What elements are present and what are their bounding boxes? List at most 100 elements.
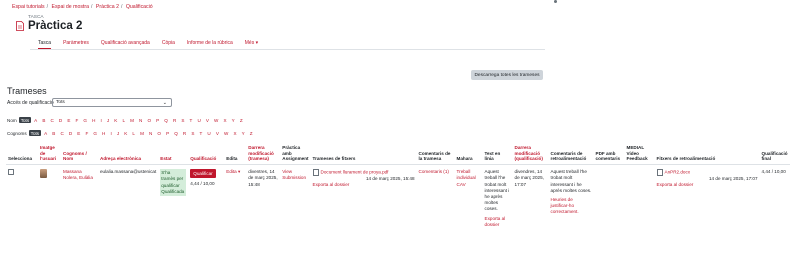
initials-all-button[interactable]: Tots <box>28 130 42 136</box>
initial-letter-link[interactable]: Y <box>232 118 235 123</box>
initial-letter-link[interactable]: A <box>34 118 37 123</box>
lastname-initials-filter: Cognoms Tots ABC DEFGHI JKLMNOPQRS TU VWX YZ <box>7 130 258 136</box>
initial-letter-link[interactable]: R <box>183 131 186 136</box>
initial-letter-link[interactable]: Q <box>164 118 168 123</box>
breadcrumb-item[interactable]: Qualificació <box>126 4 153 10</box>
initial-letter-link[interactable]: Y <box>242 131 245 136</box>
initial-letter-link[interactable]: J <box>107 118 109 123</box>
tab-more[interactable]: Més ▾ <box>245 40 258 49</box>
initial-letter-link[interactable]: D <box>69 131 72 136</box>
assignment-icon <box>16 21 24 31</box>
initial-letter-link[interactable]: P <box>156 118 159 123</box>
column-header[interactable]: Imatge de l'usuari <box>38 145 61 166</box>
initial-letter-link[interactable]: F <box>85 131 88 136</box>
column-header[interactable]: Darrera modificació (qualificació) <box>512 145 549 166</box>
initial-letter-link[interactable]: W <box>214 118 218 123</box>
initial-letter-link[interactable]: C <box>50 118 53 123</box>
initial-letter-link[interactable]: Z <box>250 131 253 136</box>
initial-letter-link[interactable]: S <box>181 118 184 123</box>
mahara-link[interactable]: Treball individual CAV <box>457 169 476 186</box>
docx-file-icon <box>656 169 663 177</box>
edit-menu[interactable]: Edita ▾ <box>226 169 240 174</box>
initial-letter-link[interactable]: J <box>117 131 119 136</box>
initial-letter-link[interactable]: G <box>83 118 87 123</box>
initial-letter-link[interactable]: U <box>197 118 200 123</box>
view-submission-link[interactable]: View Submission <box>282 169 306 180</box>
initial-letter-link[interactable]: U <box>207 131 210 136</box>
initial-letter-link[interactable]: M <box>130 118 134 123</box>
filter-select[interactable]: Tots ⌄ <box>52 98 172 107</box>
initial-letter-link[interactable]: Q <box>174 131 178 136</box>
initial-letter-link[interactable]: N <box>149 131 152 136</box>
breadcrumb-item[interactable]: Pràctica 2 <box>96 4 119 10</box>
initial-letter-link[interactable]: T <box>200 131 203 136</box>
initial-letter-link[interactable]: E <box>67 118 70 123</box>
initial-letter-link[interactable]: C <box>60 131 63 136</box>
export-portfolio-link[interactable]: Exporta al dossier <box>657 182 694 187</box>
initial-letter-link[interactable]: V <box>216 131 219 136</box>
export-portfolio-link[interactable]: Exporta al dossier <box>313 182 350 187</box>
column-header[interactable]: Qualificació <box>188 145 225 166</box>
tab-advanced-grading[interactable]: Qualificació avançada <box>101 40 150 49</box>
initial-letter-link[interactable]: O <box>147 118 151 123</box>
column-header[interactable]: Darrera modificació (tramesa) <box>246 145 281 166</box>
export-portfolio-link[interactable]: Exporta al dossier <box>485 216 506 227</box>
column-header: Text en línia <box>482 145 513 166</box>
initial-letter-link[interactable]: S <box>191 131 194 136</box>
initial-letter-link[interactable]: K <box>114 118 117 123</box>
tab-rubric-report[interactable]: Informe de la rúbrica <box>187 40 233 49</box>
grade-button[interactable]: Qualificar <box>190 169 216 179</box>
column-header: Trameses de fitxers <box>310 145 417 166</box>
tab-settings[interactable]: Paràmetres <box>63 40 89 49</box>
initial-letter-link[interactable]: E <box>77 131 80 136</box>
initial-letter-link[interactable]: L <box>132 131 135 136</box>
initial-letter-link[interactable]: B <box>52 131 55 136</box>
tab-copy[interactable]: Còpia <box>162 40 175 49</box>
initial-letter-link[interactable]: X <box>233 131 236 136</box>
initial-letter-link[interactable]: D <box>59 118 62 123</box>
filter-label: Accés de qualificació <box>7 100 54 106</box>
initial-letter-link[interactable]: G <box>93 131 97 136</box>
select-checkbox[interactable] <box>8 169 14 176</box>
initial-letter-link[interactable]: R <box>173 118 176 123</box>
initial-letter-link[interactable]: V <box>206 118 209 123</box>
initial-letter-link[interactable]: Z <box>240 118 243 123</box>
student-name-link[interactable]: Massana Nolera, Eulàlia <box>63 169 93 180</box>
initial-letter-link[interactable]: M <box>140 131 144 136</box>
avatar-cell <box>38 165 61 230</box>
last-modified-submission: diventres, 14 de març 2025, 15:48 <box>248 169 278 187</box>
initial-letter-link[interactable]: P <box>166 131 169 136</box>
download-all-button[interactable]: Descarrega totes les trameses <box>471 70 543 80</box>
initial-letter-link[interactable]: K <box>124 131 127 136</box>
initial-letter-link[interactable]: N <box>139 118 142 123</box>
initial-letter-link[interactable]: I <box>101 118 102 123</box>
feedback-comments-cell: Aquest treball l'he trobat molt interess… <box>549 165 594 230</box>
initial-letter-link[interactable]: I <box>110 131 111 136</box>
avatar[interactable] <box>40 169 47 179</box>
breadcrumb-item[interactable]: Espai tutorials <box>12 4 45 10</box>
initial-letter-link[interactable]: A <box>44 131 47 136</box>
initial-letter-link[interactable]: L <box>122 118 125 123</box>
initials-all-button[interactable]: Tots <box>18 117 32 123</box>
column-header[interactable]: Estat <box>158 145 189 166</box>
column-header: Pràctica amb Assignment <box>280 145 311 166</box>
feedback-comment: Aquest treball l'he trobat molt interess… <box>550 169 592 193</box>
column-header[interactable]: Cognoms / Nom <box>61 145 98 166</box>
initial-letter-link[interactable]: T <box>190 118 193 123</box>
initial-letter-link[interactable]: W <box>224 131 228 136</box>
initial-letter-link[interactable]: F <box>76 118 79 123</box>
initials-label: Nom <box>7 117 17 123</box>
submitted-file-link[interactable]: Document llurament de proya.pdf <box>321 170 389 175</box>
column-header[interactable]: Adreça electrònica <box>98 145 159 166</box>
tab-assignment[interactable]: Tasca <box>38 40 52 49</box>
comments-link[interactable]: Comentaris (1) <box>419 169 449 174</box>
feedback-file-link[interactable]: AnPR2.docx <box>665 170 691 175</box>
initial-letter-link[interactable]: B <box>42 118 45 123</box>
initial-letter-link[interactable]: O <box>157 131 161 136</box>
initial-letter-link[interactable]: H <box>92 118 95 123</box>
initial-letter-link[interactable]: X <box>223 118 226 123</box>
initial-letter-link[interactable]: H <box>102 131 105 136</box>
breadcrumb-item[interactable]: Espai de mostra <box>52 4 89 10</box>
breadcrumb: Espai tutorials / Espai de mostra / Pràcti… <box>12 4 153 10</box>
page-title: Pràctica 2 <box>28 20 83 32</box>
